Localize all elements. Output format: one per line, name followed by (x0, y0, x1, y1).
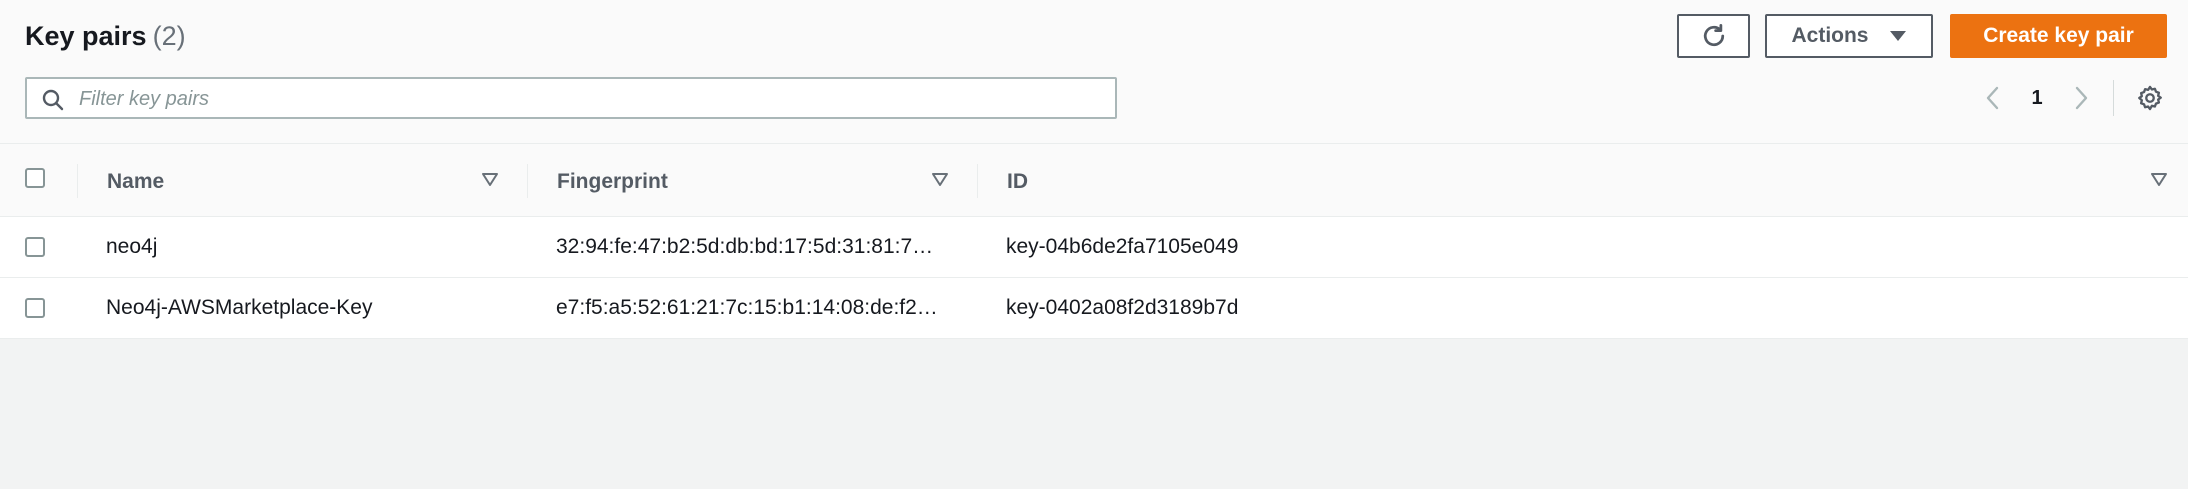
panel-header: Key pairs (2) Actions Create key pair Fi… (0, 0, 2188, 144)
column-divider (77, 164, 78, 198)
create-key-pair-button[interactable]: Create key pair (1950, 14, 2167, 58)
sort-name-icon[interactable] (481, 172, 499, 188)
next-page-icon[interactable] (2070, 84, 2092, 112)
key-pair-id: key-0402a08f2d3189b7d (1006, 296, 1239, 319)
settings-gear-icon[interactable] (2136, 84, 2164, 112)
column-header-fingerprint[interactable]: Fingerprint (557, 168, 668, 196)
table-row[interactable]: Neo4j-AWSMarketplace-Key e7:f5:a5:52:61:… (0, 278, 2188, 339)
column-header-id[interactable]: ID (1007, 168, 1028, 196)
key-pair-fingerprint: e7:f5:a5:52:61:21:7c:15:b1:14:08:de:f2… (556, 296, 938, 319)
key-pair-id: key-04b6de2fa7105e049 (1006, 235, 1239, 258)
item-count: (2) (152, 21, 186, 51)
key-pairs-panel: Key pairs (2) Actions Create key pair Fi… (0, 0, 2188, 339)
select-all-checkbox[interactable] (25, 168, 45, 188)
key-pair-name: Neo4j-AWSMarketplace-Key (106, 296, 373, 319)
refresh-icon (1703, 24, 1724, 47)
pagination-divider (2113, 80, 2114, 116)
actions-label: Actions (1791, 24, 1869, 47)
page-title-text: Key pairs (25, 21, 147, 51)
key-pair-fingerprint: 32:94:fe:47:b2:5d:db:bd:17:5d:31:81:7… (556, 235, 934, 258)
filter-key-pairs-input[interactable] (77, 83, 1101, 115)
column-header-name[interactable]: Name (107, 168, 164, 196)
column-divider (977, 164, 978, 198)
key-pair-name: neo4j (106, 235, 158, 258)
current-page-number[interactable]: 1 (2028, 84, 2046, 112)
actions-dropdown-button[interactable]: Actions (1765, 14, 1933, 58)
filter-box[interactable] (25, 77, 1117, 119)
row-checkbox[interactable] (25, 298, 45, 318)
sort-fingerprint-icon[interactable] (931, 172, 949, 188)
row-checkbox[interactable] (25, 237, 45, 257)
create-key-pair-label: Create key pair (1983, 24, 2134, 47)
table-row[interactable]: neo4j 32:94:fe:47:b2:5d:db:bd:17:5d:31:8… (0, 217, 2188, 278)
previous-page-icon[interactable] (1982, 84, 2004, 112)
search-icon (42, 89, 64, 111)
sort-id-icon[interactable] (2150, 172, 2168, 188)
column-divider (527, 164, 528, 198)
page-title: Key pairs (2) (25, 18, 186, 54)
refresh-button[interactable] (1677, 14, 1750, 58)
caret-down-icon (1889, 31, 1906, 41)
table-header: Name Fingerprint ID (0, 144, 2188, 217)
